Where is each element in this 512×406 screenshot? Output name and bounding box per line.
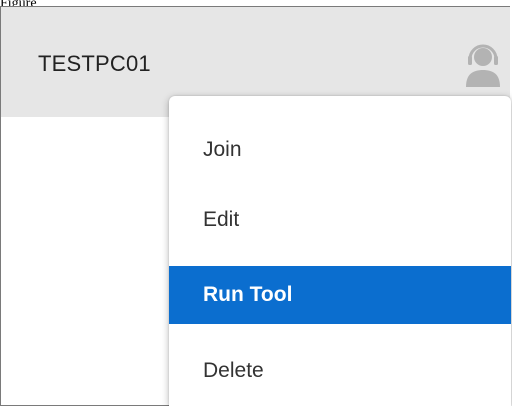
menu-item-join[interactable]: Join [169,121,511,179]
menu-item-label: Delete [203,359,264,382]
context-menu: Join Edit Run Tool Delete [169,96,511,406]
menu-item-run-tool[interactable]: Run Tool [169,266,511,324]
menu-item-label: Join [203,138,242,161]
menu-item-label: Edit [203,208,240,231]
menu-item-label: Run Tool [203,283,293,306]
device-name: TESTPC01 [38,51,151,76]
menu-item-delete[interactable]: Delete [169,342,511,400]
user-support-icon[interactable] [463,41,503,87]
menu-item-edit[interactable]: Edit [169,191,511,249]
